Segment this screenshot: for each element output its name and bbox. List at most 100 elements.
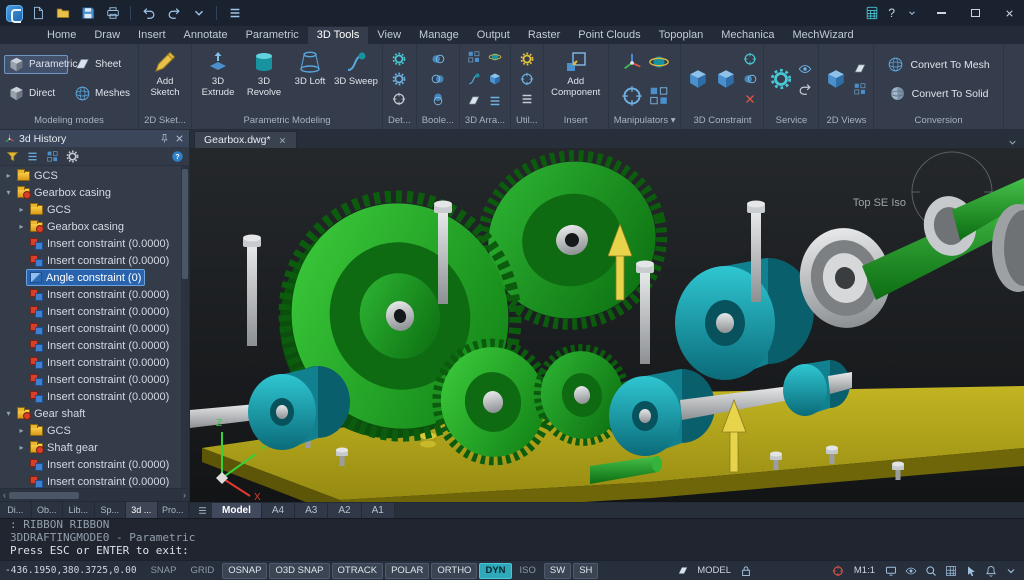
tree-item[interactable]: Insert constraint (0.0000) [0, 473, 189, 488]
open-file-button[interactable] [52, 4, 73, 23]
detail-tool-button-1[interactable] [390, 50, 408, 68]
ribbon-tab[interactable]: Raster [519, 27, 569, 44]
tree-item[interactable]: Insert constraint (0.0000) [0, 303, 189, 320]
tree-item[interactable]: ▸ Gearbox casing [0, 218, 189, 235]
ribbon-tab[interactable]: Mechanica [712, 27, 783, 44]
expander-icon[interactable]: ▸ [16, 205, 27, 214]
tree-item[interactable]: Angle constraint (0) [0, 269, 189, 286]
panel-tab[interactable]: Ob... [32, 502, 63, 518]
service-check-button[interactable] [796, 60, 814, 78]
history-dropdown-button[interactable] [188, 4, 209, 23]
close-tab-icon[interactable] [278, 136, 287, 145]
table-calculator-button[interactable] [861, 4, 882, 23]
view-array-button[interactable] [851, 80, 869, 98]
status-toggle[interactable]: GRID [184, 563, 220, 579]
status-toggle[interactable]: DYN [479, 562, 512, 579]
boolean-union-button[interactable] [429, 50, 447, 68]
ribbon-tab[interactable]: View [368, 27, 410, 44]
pin-icon[interactable] [159, 133, 170, 144]
command-prompt[interactable]: Press ESC or ENTER to exit: [10, 544, 1018, 557]
ribbon-tab[interactable]: Parametric [237, 27, 308, 44]
ribbon-tab[interactable]: 3D Tools [307, 27, 369, 44]
notifications-icon[interactable] [982, 563, 999, 579]
help-menu[interactable]: ? [886, 6, 897, 20]
layout-list-icon[interactable] [193, 503, 211, 518]
angle-constraint-button[interactable] [741, 50, 759, 68]
ribbon-tab[interactable]: MechWizard [783, 27, 862, 44]
convert-to-solid-button[interactable]: Convert To Solid [880, 81, 998, 107]
expander-icon[interactable]: ▸ [16, 443, 27, 452]
panel-tab[interactable]: Di... [0, 502, 32, 518]
ribbon-tab[interactable]: Output [468, 27, 519, 44]
scale-manipulator-button[interactable] [619, 83, 645, 109]
print-button[interactable] [102, 4, 123, 23]
command-line-panel[interactable]: : RIBBON RIBBON 3DDRAFTINGMODE0 - Parame… [0, 518, 1024, 560]
tree-item[interactable]: ▾ Gear shaft [0, 405, 189, 422]
mate-constraint-button[interactable] [713, 66, 739, 92]
direct-mode-button[interactable]: Direct [4, 84, 68, 103]
minimize-button[interactable] [926, 0, 956, 26]
layout-tab[interactable]: Model [212, 503, 262, 518]
undo-button[interactable] [138, 4, 159, 23]
panel-tab[interactable]: Sp... [95, 502, 126, 518]
3d-revolve-button[interactable]: 3D Revolve [242, 47, 286, 111]
detail-tool-button-2[interactable] [390, 70, 408, 88]
expander-icon[interactable]: ▾ [3, 188, 14, 197]
tree-item[interactable]: ▾ Gearbox casing [0, 184, 189, 201]
model-space-label[interactable]: MODEL [697, 565, 731, 576]
ribbon-tab[interactable]: Topoplan [650, 27, 713, 44]
status-toggle[interactable]: SH [573, 562, 599, 579]
2d-view-button[interactable] [823, 66, 849, 92]
new-file-button[interactable] [27, 4, 48, 23]
status-toggle[interactable]: OTRACK [331, 562, 384, 579]
status-toggle[interactable]: O3D SNAP [269, 562, 330, 579]
scroll-left-arrow[interactable]: ‹ [3, 490, 6, 500]
insert-constraint-button[interactable] [741, 70, 759, 88]
3d-loft-button[interactable]: 3D Loft [288, 47, 332, 111]
fix-constraint-button[interactable] [685, 66, 711, 92]
filter-button[interactable] [4, 148, 20, 164]
layout-tab[interactable]: A1 [361, 503, 395, 518]
tree-item[interactable]: Insert constraint (0.0000) [0, 354, 189, 371]
tree-item[interactable]: Insert constraint (0.0000) [0, 235, 189, 252]
meshes-mode-button[interactable]: Meshes [70, 84, 134, 103]
array-align-button[interactable] [486, 92, 504, 110]
scrollbar-thumb[interactable] [9, 491, 79, 499]
expand-tree-button[interactable] [44, 148, 60, 164]
panel-tab[interactable]: Lib... [63, 502, 95, 518]
panel-tab[interactable]: 3d ... [126, 502, 158, 518]
selection-cycling-icon[interactable] [830, 563, 847, 579]
expander-icon[interactable]: ▾ [3, 409, 14, 418]
close-button[interactable] [994, 0, 1024, 26]
array-3d-button[interactable] [486, 70, 504, 88]
boolean-subtract-button[interactable] [429, 70, 447, 88]
tree-item[interactable]: Insert constraint (0.0000) [0, 320, 189, 337]
array-mirror-button[interactable] [465, 92, 483, 110]
layout-tab[interactable]: A2 [328, 503, 362, 518]
status-menu-chevron[interactable] [1002, 563, 1019, 579]
paper-space-icon[interactable] [674, 563, 691, 579]
boolean-intersect-button[interactable] [429, 90, 447, 108]
array-path-button[interactable] [465, 70, 483, 88]
redo-button[interactable] [163, 4, 184, 23]
status-toggle[interactable]: OSNAP [222, 562, 268, 579]
help-button[interactable] [169, 148, 185, 164]
detail-tool-button-3[interactable] [390, 90, 408, 108]
tree-item[interactable]: ▸ GCS [0, 201, 189, 218]
add-sketch-button[interactable]: Add Sketch [143, 47, 187, 111]
delete-constraint-button[interactable] [741, 90, 759, 108]
cursor-mode-icon[interactable] [962, 563, 979, 579]
zoom-status-icon[interactable] [922, 563, 939, 579]
view-sheet-button[interactable] [851, 60, 869, 78]
parametric-mode-button[interactable]: Parametric [4, 55, 77, 74]
status-toggle[interactable]: SNAP [145, 563, 183, 579]
panel-header[interactable]: 3d History [0, 130, 189, 147]
tree-item[interactable]: Insert constraint (0.0000) [0, 388, 189, 405]
tree-item[interactable]: Insert constraint (0.0000) [0, 337, 189, 354]
save-button[interactable] [77, 4, 98, 23]
3d-extrude-button[interactable]: 3D Extrude [196, 47, 240, 111]
horizontal-scrollbar[interactable]: ‹ › [0, 488, 189, 501]
sheet-mode-button[interactable]: Sheet [70, 55, 134, 74]
expander-icon[interactable]: ▸ [3, 171, 14, 180]
document-tab[interactable]: Gearbox.dwg* [194, 131, 297, 148]
